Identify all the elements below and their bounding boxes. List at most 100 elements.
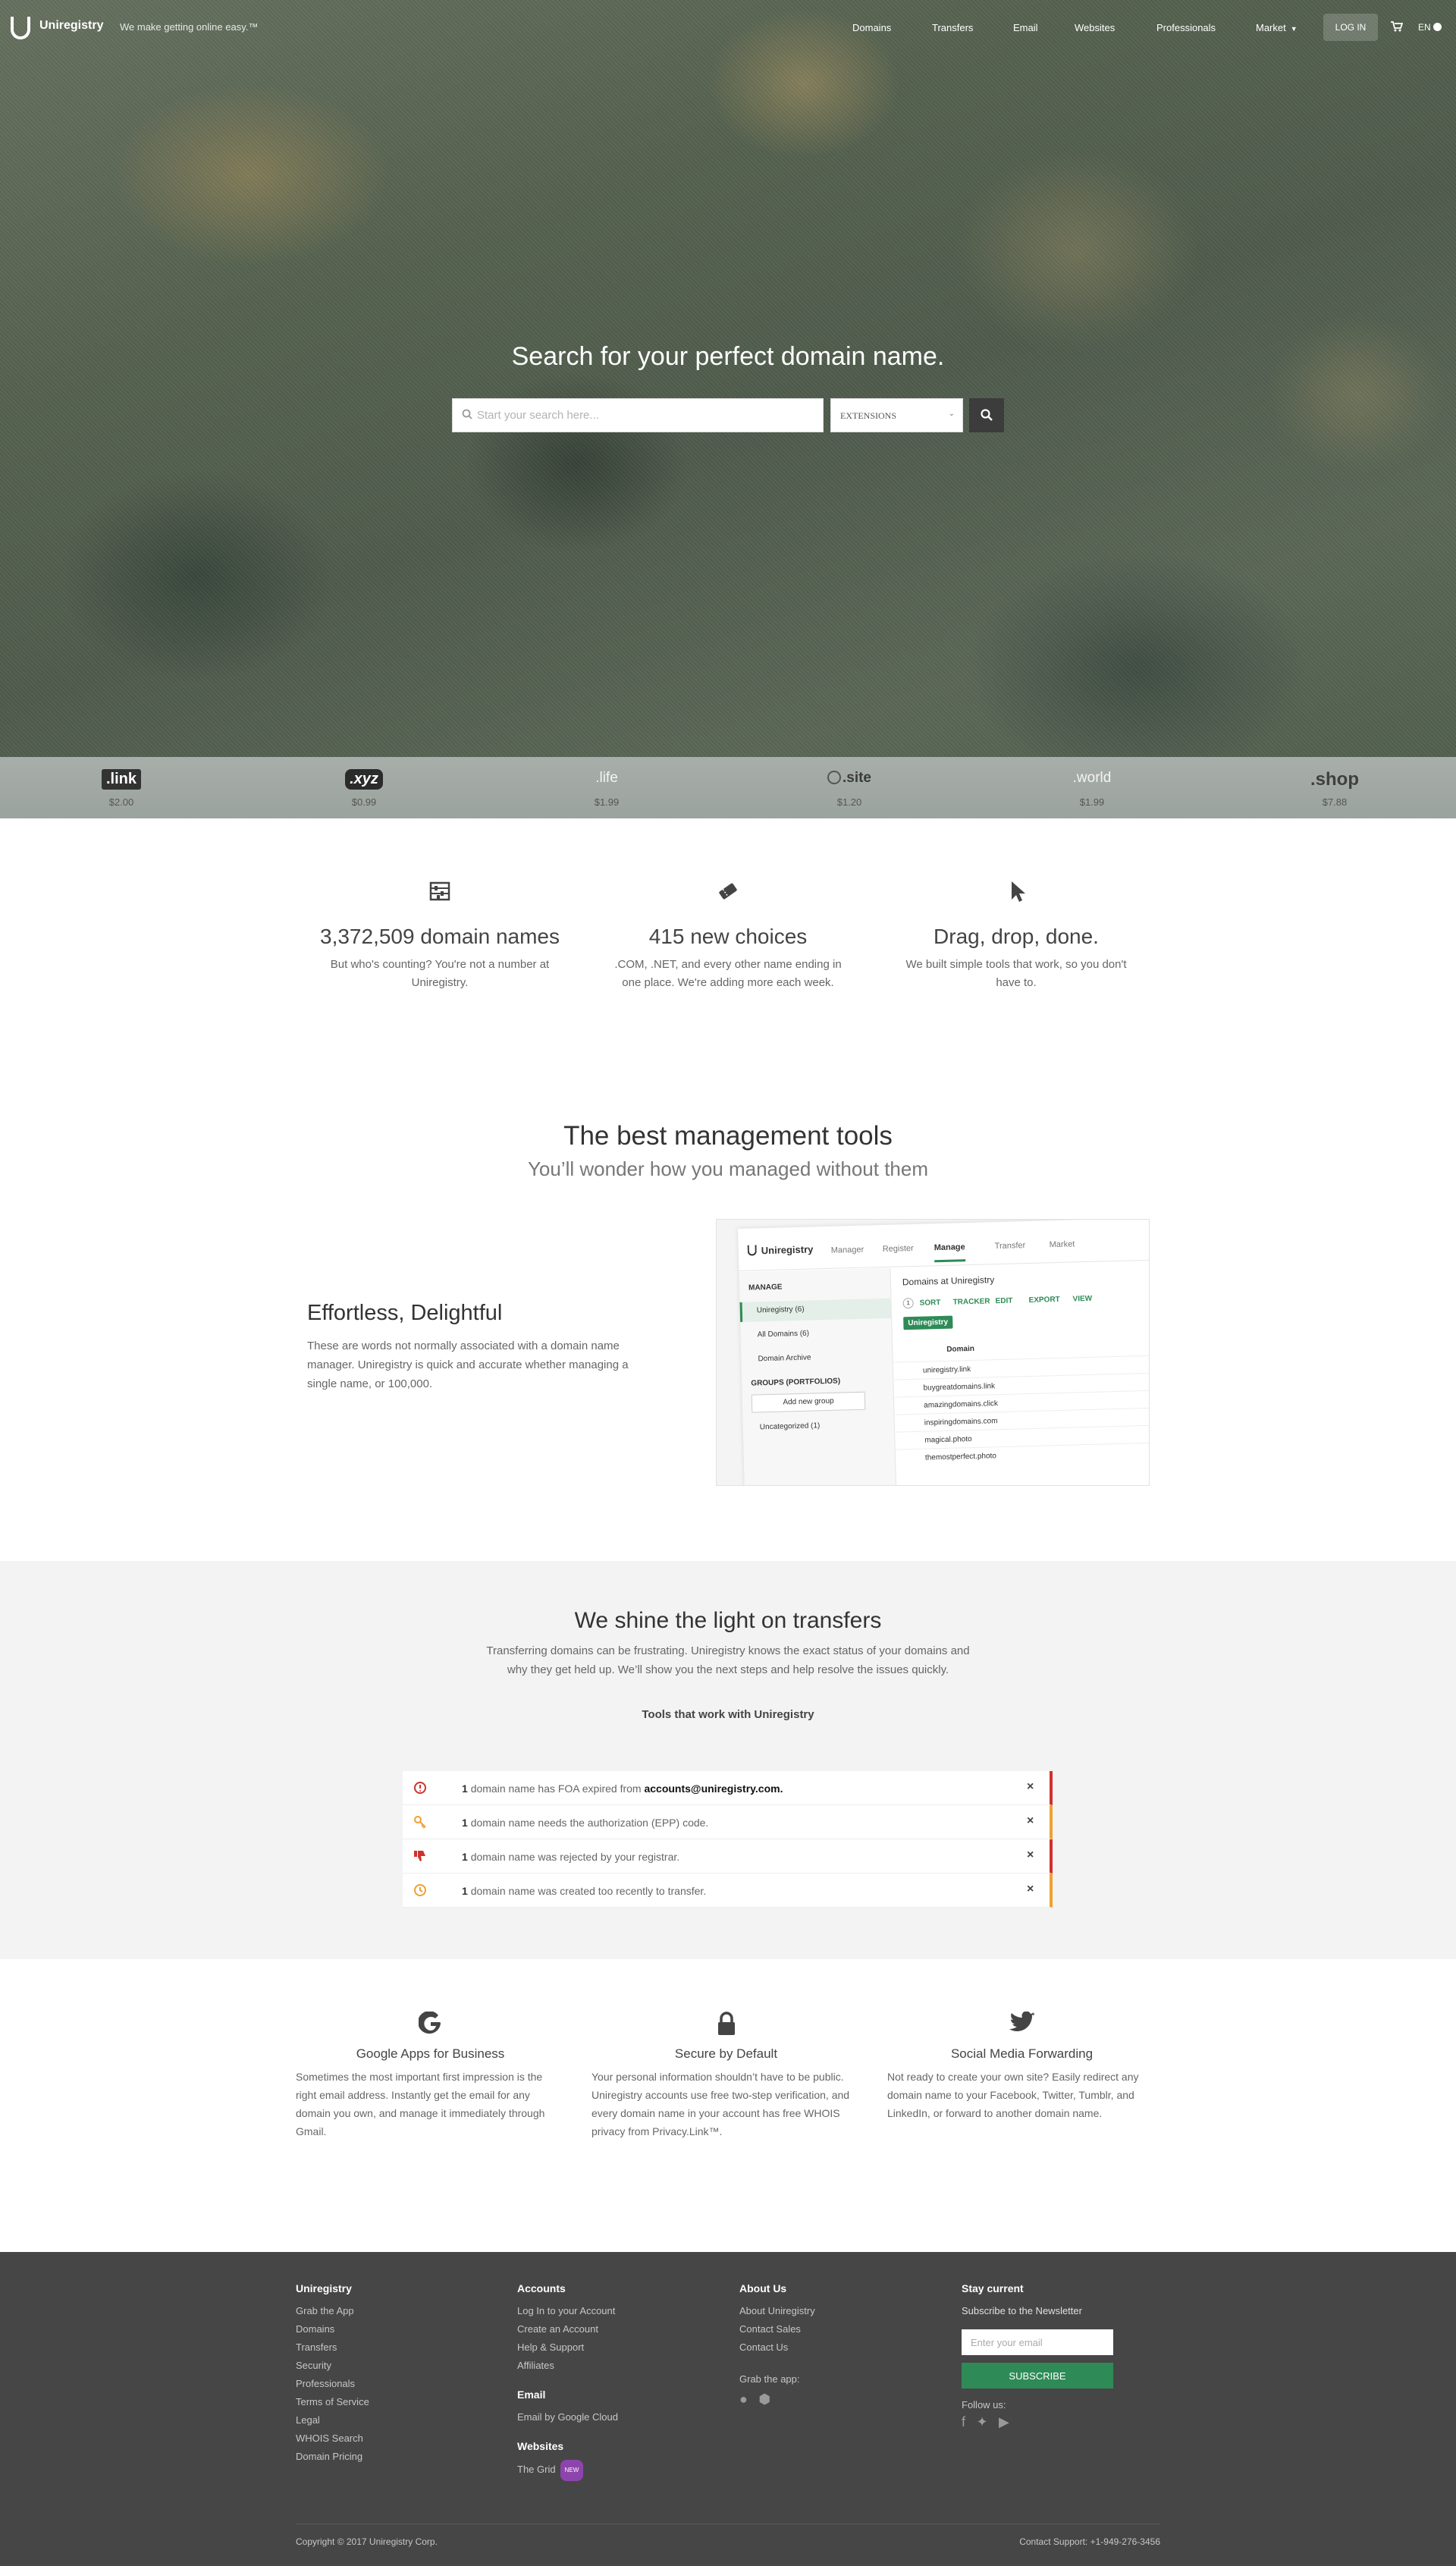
social-icons: f ✦ ▶ — [962, 2414, 1113, 2430]
footer-link-the-grid[interactable]: The Grid NEW — [517, 2460, 618, 2481]
newsletter-email-input[interactable] — [962, 2329, 1113, 2355]
support-phone[interactable]: Contact Support: +1-949-276-3456 — [1019, 2536, 1160, 2547]
nav-professionals[interactable]: Professionals — [1156, 22, 1216, 33]
tld-link[interactable]: .link $2.00 — [0, 757, 243, 818]
nav-domains[interactable]: Domains — [852, 22, 891, 33]
alert-count: 1 — [462, 1851, 468, 1863]
nav-market-label: Market — [1256, 22, 1286, 33]
apple-icon[interactable]: ● — [739, 2392, 748, 2407]
feature-title: Google Apps for Business — [356, 2046, 505, 2061]
close-icon[interactable]: × — [1027, 1780, 1034, 1794]
app-store-icons: ● ⬢ — [739, 2392, 815, 2407]
footer-link[interactable]: Domain Pricing — [296, 2448, 369, 2466]
domain-search-input[interactable] — [477, 399, 818, 432]
tld-shop[interactable]: .shop $7.88 — [1213, 757, 1456, 818]
footer-link[interactable]: Email by Google Cloud — [517, 2408, 618, 2426]
facebook-icon[interactable]: f — [962, 2414, 965, 2430]
footer-link[interactable]: Terms of Service — [296, 2393, 369, 2411]
feature-text: Not ready to create your own site? Easil… — [887, 2071, 1139, 2119]
chevron-down-icon: ⌄ — [948, 410, 955, 418]
tld-price: $2.00 — [108, 796, 134, 808]
alert-count: 1 — [462, 1782, 468, 1795]
footer-link[interactable]: Help & Support — [517, 2338, 618, 2357]
site-logo-icon — [827, 771, 841, 784]
footer-link[interactable]: Grab the App — [296, 2302, 369, 2320]
footer-link[interactable]: Affiliates — [517, 2357, 618, 2375]
search-icon — [462, 409, 472, 419]
uniregistry-logo-icon — [747, 1245, 757, 1256]
chevron-down-icon: ▼ — [1290, 25, 1298, 33]
tld-life[interactable]: .life $1.99 — [485, 757, 728, 818]
alert-count: 1 — [462, 1885, 468, 1897]
extensions-label: EXTENSIONS — [840, 410, 896, 421]
twitter-icon[interactable]: ✦ — [976, 2414, 987, 2430]
footer-link[interactable]: Legal — [296, 2411, 369, 2429]
extensions-select[interactable]: EXTENSIONS ⌄ — [830, 398, 963, 432]
google-icon — [296, 2011, 565, 2039]
footer-link[interactable]: About Uniregistry — [739, 2302, 815, 2320]
toolbar-item: VIEW — [1072, 1294, 1093, 1304]
nav-websites[interactable]: Websites — [1075, 22, 1115, 33]
youtube-icon[interactable]: ▶ — [999, 2414, 1009, 2430]
footer-link[interactable]: Contact Us — [739, 2338, 815, 2357]
main-title: Domains at Uniregistry — [902, 1274, 995, 1288]
language-selector[interactable]: EN — [1418, 22, 1442, 33]
nav-transfers[interactable]: Transfers — [932, 22, 973, 33]
login-button[interactable]: LOG IN — [1323, 14, 1378, 41]
copyright: Copyright © 2017 Uniregistry Corp. — [296, 2536, 438, 2547]
toolbar-item: EXPORT — [1028, 1295, 1060, 1305]
key-icon — [414, 1816, 426, 1829]
stat-title: Drag, drop, done. — [934, 925, 1099, 948]
transfers-title: We shine the light on transfers — [574, 1608, 882, 1633]
transfers-subtitle: Tools that work with Uniregistry — [642, 1708, 814, 1721]
col-domain: Domain — [946, 1344, 975, 1354]
footer-link[interactable]: Security — [296, 2357, 369, 2375]
tld-xyz[interactable]: .xyz $0.99 — [243, 757, 485, 818]
toolbar-item: TRACKER — [952, 1297, 990, 1307]
close-icon[interactable]: × — [1027, 1848, 1034, 1862]
footer-link[interactable]: Domains — [296, 2320, 369, 2338]
footer-link[interactable]: Transfers — [296, 2338, 369, 2357]
domain-search-box[interactable] — [452, 398, 824, 432]
toolbar-item: SORT — [919, 1299, 941, 1308]
footer-link[interactable]: Log In to your Account — [517, 2302, 618, 2320]
domain-name: themostperfect.photo — [924, 1452, 997, 1462]
manager-tab-active: Manage — [934, 1242, 966, 1263]
side-manage-heading: MANAGE — [748, 1283, 783, 1292]
alert-text: 1 domain name has FOA expired from accou… — [462, 1782, 783, 1795]
search-button[interactable] — [969, 398, 1004, 432]
cart-icon[interactable] — [1391, 21, 1404, 34]
android-icon[interactable]: ⬢ — [758, 2392, 770, 2407]
manager-logo: Uniregistry — [747, 1243, 814, 1256]
stat-domain-count: 3,372,509 domain names But who's countin… — [318, 880, 561, 992]
footer-heading: Websites — [517, 2440, 564, 2452]
tld-site[interactable]: .site $1.20 — [728, 757, 971, 818]
nav-market[interactable]: Market ▼ — [1256, 22, 1298, 33]
footer-link[interactable]: Professionals — [296, 2375, 369, 2393]
close-icon[interactable]: × — [1027, 1814, 1034, 1828]
footer-link[interactable]: Contact Sales — [739, 2320, 815, 2338]
feature-text: These are words not normally associated … — [307, 1340, 629, 1390]
stat-title: 415 new choices — [648, 925, 808, 948]
footer-link[interactable]: Create an Account — [517, 2320, 618, 2338]
tld-name: .site — [842, 770, 872, 786]
follow-label: Follow us: — [962, 2399, 1006, 2411]
side-item: Uncategorized (1) — [759, 1421, 821, 1432]
footer-link[interactable]: WHOIS Search — [296, 2429, 369, 2448]
alert-epp-code: 1 domain name needs the authorization (E… — [403, 1805, 1053, 1839]
footer-heading: Stay current — [962, 2282, 1024, 2294]
tld-name: .xyz — [345, 769, 383, 790]
search-icon — [981, 409, 993, 421]
stat-drag-drop: Drag, drop, done. We built simple tools … — [895, 880, 1138, 992]
tld-world[interactable]: .world $1.99 — [971, 757, 1213, 818]
nav-email[interactable]: Email — [1013, 22, 1038, 33]
subscribe-button[interactable]: SUBSCRIBE — [962, 2363, 1113, 2389]
tagline: We make getting online easy.™ — [120, 21, 259, 33]
globe-icon — [1432, 23, 1442, 31]
brand-name[interactable]: Uniregistry — [39, 19, 103, 33]
uniregistry-logo-icon[interactable] — [11, 17, 30, 39]
tools-subtitle: You’ll wonder how you managed without th… — [527, 1157, 929, 1180]
manager-main: Domains at Uniregistry 1 SORT TRACKER ED… — [891, 1261, 1149, 1485]
lock-icon — [592, 2012, 861, 2039]
close-icon[interactable]: × — [1027, 1883, 1034, 1896]
